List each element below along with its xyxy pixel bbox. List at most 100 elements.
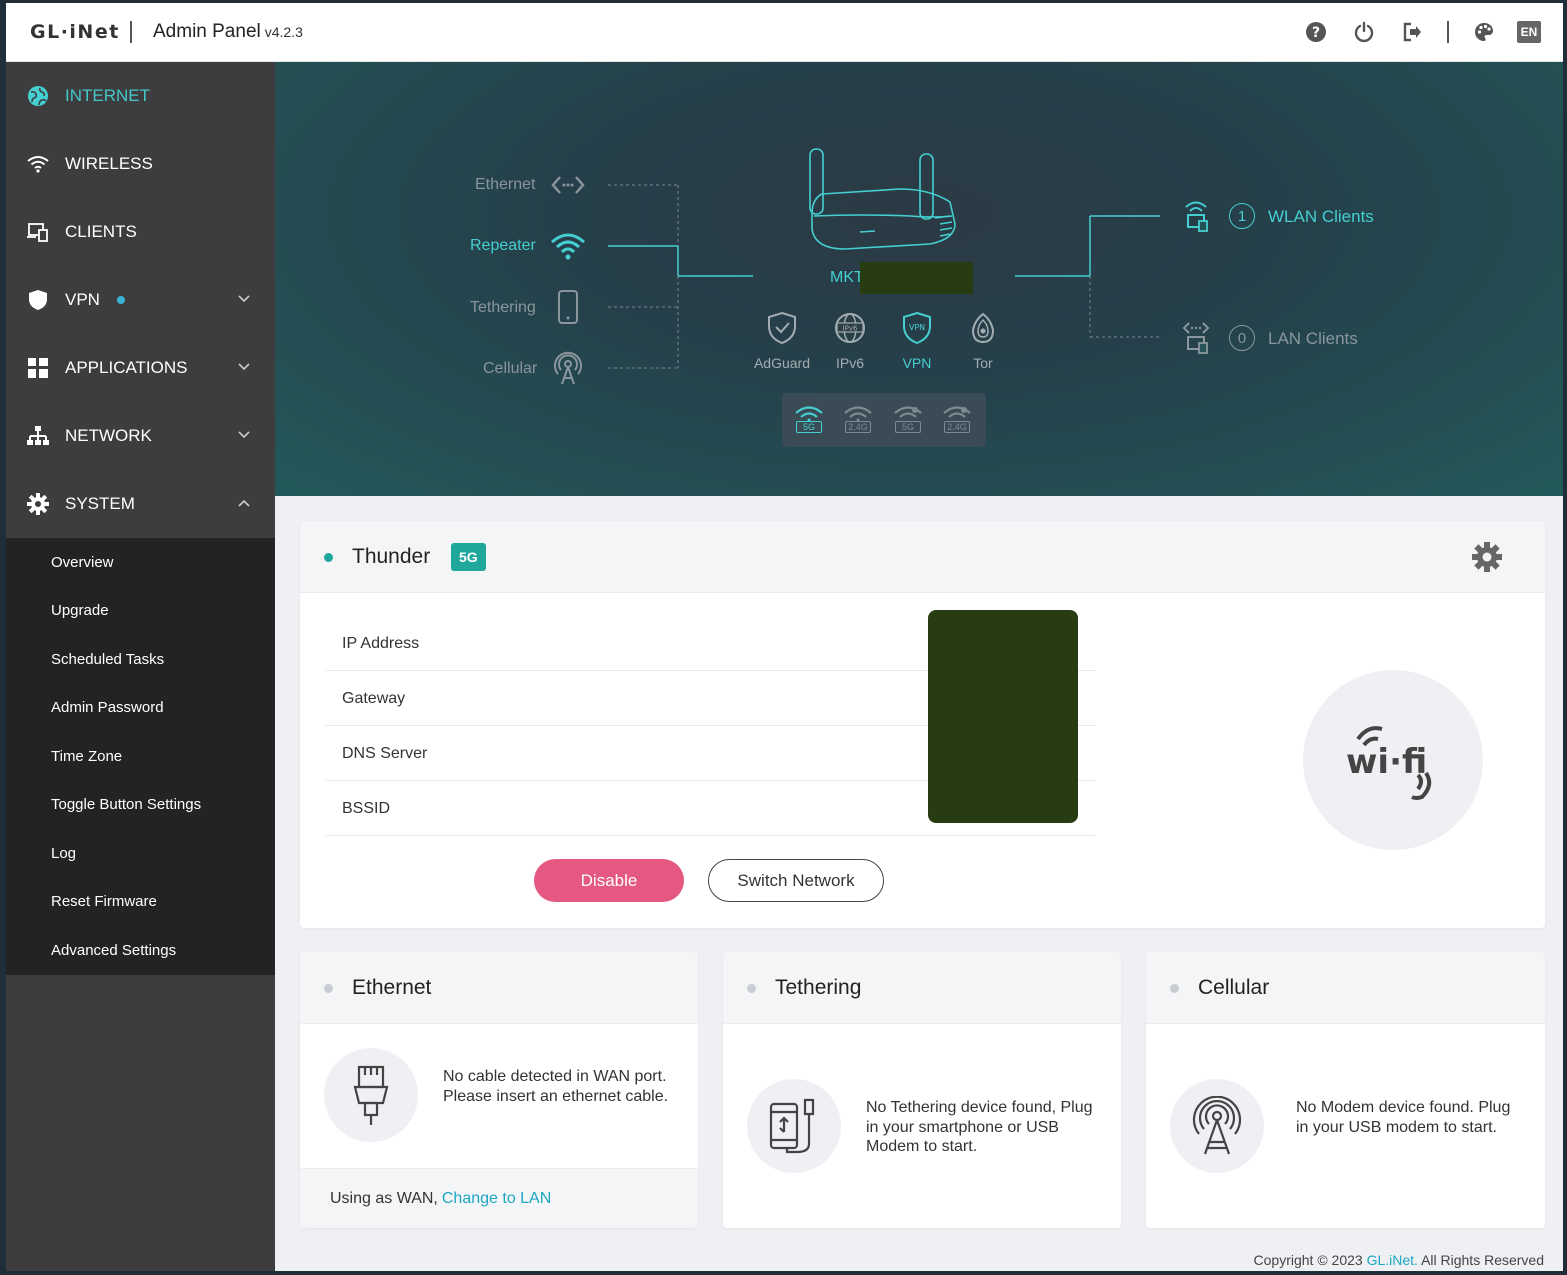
- svg-text:VPN: VPN: [909, 323, 925, 332]
- cellular-card-header: Cellular: [1146, 952, 1545, 1024]
- wlan-clients-icon: [1185, 201, 1208, 232]
- ethernet-footer: Using as WAN, Change to LAN: [300, 1168, 698, 1228]
- redacted-device-name: [860, 262, 973, 294]
- adguard-shield-icon[interactable]: [764, 310, 800, 346]
- guest-band-5g-toggle[interactable]: 5G: [893, 405, 923, 437]
- field-label: BSSID: [342, 799, 391, 817]
- disable-button[interactable]: Disable: [534, 859, 684, 902]
- ethernet-message: No cable detected in WAN port. Please in…: [443, 1068, 669, 1105]
- source-label-cellular: Cellular: [483, 360, 538, 377]
- band-5g-toggle[interactable]: 5G: [794, 405, 824, 437]
- field-label: Gateway: [342, 689, 406, 707]
- guest-band-24g-toggle[interactable]: 2.4G: [942, 405, 972, 437]
- submenu-log[interactable]: Log: [6, 829, 275, 878]
- field-label: DNS Server: [342, 744, 428, 762]
- chevron-up-icon: [238, 499, 250, 507]
- switch-network-button[interactable]: Switch Network: [708, 859, 884, 902]
- ethernet-card: Ethernet No cable detected in WAN port. …: [300, 952, 698, 1228]
- sidebar-label: INTERNET: [65, 86, 150, 105]
- sidebar-item-internet[interactable]: INTERNET: [6, 62, 275, 130]
- submenu-reset-firmware[interactable]: Reset Firmware: [6, 878, 275, 927]
- cellular-card: Cellular No Modem device found. Plug in …: [1146, 952, 1545, 1228]
- chevron-down-icon: [238, 363, 250, 371]
- ethernet-card-header: Ethernet: [300, 952, 698, 1024]
- wifi-band-toggles: 5G 2.4G 5G 2.4G: [782, 393, 986, 447]
- sidebar-label: WIRELESS: [65, 154, 153, 173]
- wan-status-text: Using as WAN,: [330, 1189, 438, 1207]
- ethernet-arrows-icon[interactable]: [550, 167, 586, 203]
- palette-icon[interactable]: [1471, 19, 1497, 45]
- network-icon: [26, 424, 50, 448]
- tor-onion-icon[interactable]: [965, 310, 1001, 346]
- band-label: 5G: [796, 421, 822, 433]
- ipv6-globe-icon[interactable]: IPv6: [832, 310, 868, 346]
- submenu-admin-password[interactable]: Admin Password: [6, 684, 275, 733]
- svg-text:wi·fi: wi·fi: [1346, 742, 1427, 782]
- source-label-tethering: Tethering: [470, 299, 536, 316]
- disconnected-status-dot: [324, 984, 333, 993]
- wifi-icon: [26, 152, 50, 176]
- band-label: 2.4G: [944, 421, 970, 433]
- change-to-lan-link[interactable]: Change to LAN: [442, 1190, 551, 1208]
- page-title: Admin Panel v4.2.3: [153, 21, 303, 43]
- lan-clients-link[interactable]: LAN Clients: [1268, 329, 1358, 349]
- service-label-adguard: AdGuard: [753, 355, 811, 371]
- cell-tower-icon: [1170, 1079, 1264, 1173]
- logout-icon[interactable]: [1399, 19, 1425, 45]
- sidebar-label: VPN: [65, 290, 100, 309]
- brand-link[interactable]: GL.iNet.: [1367, 1252, 1418, 1268]
- chevron-down-icon: [238, 431, 250, 439]
- header-divider: [130, 21, 132, 43]
- title-text: Admin Panel: [153, 21, 261, 42]
- submenu-scheduled-tasks[interactable]: Scheduled Tasks: [6, 635, 275, 684]
- band-badge: 5G: [451, 543, 486, 571]
- sidebar-item-network[interactable]: NETWORK: [6, 402, 275, 470]
- sidebar-item-vpn[interactable]: VPN: [6, 266, 275, 334]
- ethernet-plug-icon: [324, 1048, 418, 1142]
- brand-logo: GL·iNet: [30, 21, 120, 43]
- service-label-tor: Tor: [973, 355, 993, 371]
- rights-text: All Rights Reserved: [1421, 1252, 1544, 1268]
- redacted-values: [928, 610, 1078, 823]
- sidebar-label: CLIENTS: [65, 222, 137, 241]
- network-topology-banner: Ethernet Repeater Tethering Cellular MKT…: [275, 62, 1563, 496]
- copyright-footer: Copyright © 2023 GL.iNet. All Rights Res…: [1254, 1252, 1544, 1268]
- repeater-wifi-icon[interactable]: [550, 228, 586, 264]
- system-submenu: Overview Upgrade Scheduled Tasks Admin P…: [6, 538, 275, 975]
- help-icon[interactable]: ?: [1303, 19, 1329, 45]
- repeater-card-header: Thunder 5G: [300, 521, 1545, 593]
- sidebar-label: APPLICATIONS: [65, 358, 188, 377]
- tethering-card: Tethering No Tethering device found, Plu…: [723, 952, 1121, 1228]
- sidebar-item-system[interactable]: SYSTEM: [6, 470, 275, 538]
- phone-icon[interactable]: [550, 289, 586, 325]
- router-device-icon: [809, 148, 956, 250]
- wlan-clients-link[interactable]: WLAN Clients: [1268, 207, 1374, 227]
- cellular-message: No Modem device found. Plug in your USB …: [1296, 1099, 1511, 1136]
- sidebar-label: SYSTEM: [65, 494, 135, 513]
- sidebar-item-wireless[interactable]: WIRELESS: [6, 130, 275, 198]
- submenu-time-zone[interactable]: Time Zone: [6, 732, 275, 781]
- submenu-overview[interactable]: Overview: [6, 538, 275, 587]
- service-label-ipv6: IPv6: [835, 355, 864, 371]
- band-24g-toggle[interactable]: 2.4G: [843, 405, 873, 437]
- settings-gear-icon[interactable]: [1471, 541, 1503, 573]
- top-header: GL·iNet Admin Panel v4.2.3 ? EN: [6, 3, 1563, 62]
- usb-phone-icon: [747, 1079, 841, 1173]
- sidebar: INTERNET WIRELESS CLIENTS VPN APPLICATIO…: [6, 62, 275, 1271]
- ssid-title: Thunder: [352, 545, 431, 568]
- band-label: 2.4G: [845, 421, 871, 433]
- wlan-client-count: 1: [1229, 203, 1255, 229]
- language-selector[interactable]: EN: [1517, 21, 1541, 43]
- power-icon[interactable]: [1351, 19, 1377, 45]
- vpn-shield-icon[interactable]: VPN: [899, 310, 935, 346]
- submenu-advanced-settings[interactable]: Advanced Settings: [6, 926, 275, 975]
- source-label-ethernet: Ethernet: [475, 176, 536, 193]
- app-frame: GL·iNet Admin Panel v4.2.3 ? EN INTERNET…: [6, 3, 1563, 1271]
- field-label: IP Address: [342, 634, 420, 652]
- cell-tower-icon[interactable]: [550, 350, 586, 386]
- submenu-toggle-button-settings[interactable]: Toggle Button Settings: [6, 781, 275, 830]
- sidebar-item-applications[interactable]: APPLICATIONS: [6, 334, 275, 402]
- device-name: MKT: [830, 269, 864, 286]
- submenu-upgrade[interactable]: Upgrade: [6, 587, 275, 636]
- sidebar-item-clients[interactable]: CLIENTS: [6, 198, 275, 266]
